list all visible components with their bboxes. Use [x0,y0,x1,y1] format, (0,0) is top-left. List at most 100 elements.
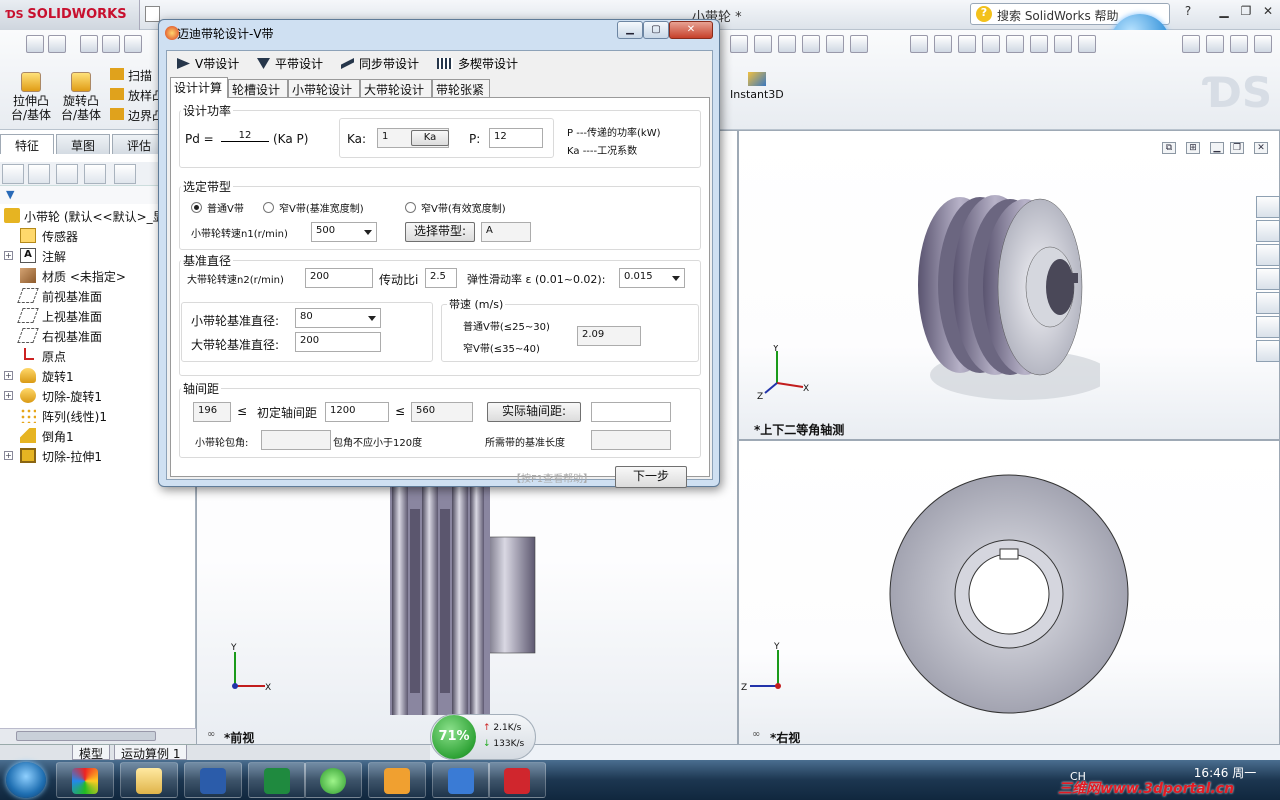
sketch-tool-5-icon[interactable] [1006,35,1024,53]
sketch-tool-9-icon[interactable] [1182,35,1200,53]
sketch-tool-8-icon[interactable] [1078,35,1096,53]
tab-large-pulley-design[interactable]: 大带轮设计 [360,79,432,97]
radio-standard-v-belt[interactable] [191,202,202,213]
actual-center-button[interactable]: 实际轴间距: [487,402,581,422]
viewport-link-icon[interactable]: ⧉ [1162,142,1176,154]
tab-model[interactable]: 模型 [72,745,111,761]
slip-select[interactable]: 0.015 [619,268,685,288]
assembly-icon[interactable] [102,35,120,53]
display-icon[interactable] [80,35,98,53]
restore-button[interactable]: ❐ [1236,4,1256,22]
custom-properties-icon[interactable] [1256,340,1280,362]
smart-dimension-icon[interactable] [26,35,44,53]
sketch-tool-6-icon[interactable] [1030,35,1048,53]
start-button[interactable] [6,762,46,798]
tab-motion-study[interactable]: 运动算例 1 [114,745,188,761]
view-palette-icon[interactable] [1256,292,1280,314]
feature-tool-3-icon[interactable] [778,35,796,53]
taskbar-app-7[interactable] [432,762,490,798]
property-manager-icon[interactable] [28,164,50,184]
expand-icon[interactable]: + [4,391,13,400]
help-question-icon[interactable]: ? [1178,4,1198,22]
tab-sketch[interactable]: 草图 [56,134,110,154]
dialog-maximize-button[interactable]: ▢ [643,21,669,39]
feature-tree-icon[interactable] [2,164,24,184]
loft-button[interactable]: 放样凸 [110,86,164,106]
line-icon[interactable] [48,35,66,53]
select-belt-type-button[interactable]: 选择带型: [405,222,475,242]
feature-tool-6-icon[interactable] [850,35,868,53]
sketch-tool-3-icon[interactable] [958,35,976,53]
scrollbar-thumb[interactable] [16,731,156,741]
revolve-boss-button[interactable]: 旋转凸 台/基体 [58,72,104,122]
view-icon[interactable] [124,35,142,53]
v-belt-design-button[interactable]: V带设计 [177,55,239,72]
taskbar-browser[interactable] [304,762,362,798]
sketch-tool-10-icon[interactable] [1206,35,1224,53]
viewport-close-button[interactable]: ✕ [1254,142,1268,154]
close-button[interactable]: ✕ [1258,4,1278,22]
tab-small-pulley-design[interactable]: 小带轮设计 [288,79,360,97]
sketch-tool-11-icon[interactable] [1230,35,1248,53]
appearances-icon[interactable] [1256,316,1280,338]
taskbar-word[interactable] [184,762,242,798]
ratio-input[interactable]: 2.5 [425,268,457,288]
taskbar-app-6[interactable] [368,762,426,798]
expand-icon[interactable]: + [4,251,13,260]
next-button[interactable]: 下一步 [615,466,687,488]
feature-tool-4-icon[interactable] [802,35,820,53]
taskbar-app-1[interactable] [56,762,114,798]
n1-select[interactable]: 500 [311,222,377,242]
expand-icon[interactable]: + [4,371,13,380]
display-manager-icon[interactable] [114,164,136,184]
tab-design-calculation[interactable]: 设计计算 [170,77,228,98]
flat-belt-design-button[interactable]: 平带设计 [257,55,323,72]
boundary-boss-button[interactable]: 边界凸 [110,106,164,126]
configuration-manager-icon[interactable] [56,164,78,184]
sweep-button[interactable]: 扫描 [110,66,164,86]
dialog-minimize-button[interactable]: ▁ [617,21,643,39]
tab-groove-design[interactable]: 轮槽设计 [228,79,288,97]
memory-usage-circle[interactable]: 71% [432,715,476,759]
instant3d-button[interactable]: Instant3D [730,72,784,101]
n2-input[interactable]: 200 [305,268,373,288]
tab-belt-tensioning[interactable]: 带轮张紧 [432,79,490,97]
sketch-tool-2-icon[interactable] [934,35,952,53]
tab-features[interactable]: 特征 [0,134,54,154]
resources-icon[interactable] [1256,196,1280,218]
d2-input[interactable]: 200 [295,332,381,352]
dialog-close-button[interactable]: ✕ [669,21,713,39]
new-doc-icon[interactable] [145,6,160,22]
viewport-minimize-button[interactable]: ▁ [1210,142,1224,154]
viewport-split-icon[interactable]: ⊞ [1186,142,1200,154]
file-explorer-icon[interactable] [1256,268,1280,290]
radio-narrow-v-belt-datum[interactable] [263,202,274,213]
taskbar-explorer[interactable] [120,762,178,798]
radio-narrow-v-belt-effective[interactable] [405,202,416,213]
initial-center-input[interactable]: 1200 [325,402,389,422]
poly-v-belt-design-button[interactable]: 多楔带设计 [437,55,518,72]
dimxpert-icon[interactable] [84,164,106,184]
sketch-tool-7-icon[interactable] [1054,35,1072,53]
synchronous-belt-design-button[interactable]: 同步带设计 [341,55,419,72]
sketch-tool-12-icon[interactable] [1254,35,1272,53]
expand-icon[interactable]: + [4,451,13,460]
clock[interactable]: 16:46 周一 [1190,766,1260,781]
viewport-restore-button[interactable]: ❐ [1230,142,1244,154]
taskbar-excel[interactable] [248,762,306,798]
home-icon[interactable] [1256,220,1280,242]
feature-tool-2-icon[interactable] [754,35,772,53]
ka-button[interactable]: Ka [411,130,449,146]
panel-horizontal-scrollbar[interactable] [0,728,196,744]
solidworks-logo[interactable]: ƊS SOLIDWORKS [0,0,140,30]
sketch-tool-1-icon[interactable] [910,35,928,53]
actual-center-input[interactable] [591,402,671,422]
feature-tool-5-icon[interactable] [826,35,844,53]
extrude-boss-button[interactable]: 拉伸凸 台/基体 [8,72,54,122]
power-input[interactable]: 12 [489,128,543,148]
sketch-tool-4-icon[interactable] [982,35,1000,53]
feature-tool-1-icon[interactable] [730,35,748,53]
taskbar-solidworks[interactable] [488,762,546,798]
d1-select[interactable]: 80 [295,308,381,328]
minimize-button[interactable]: ▁ [1214,4,1234,22]
